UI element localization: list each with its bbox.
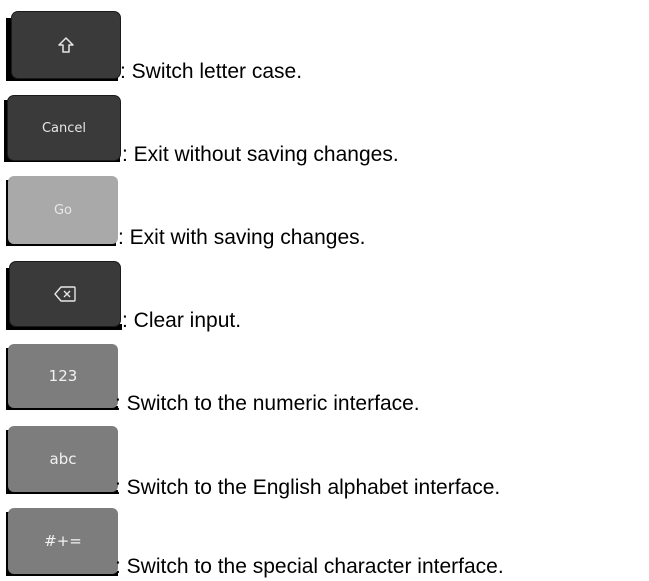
cancel-key: Cancel [8, 96, 120, 160]
cancel-key-label: Cancel [41, 120, 87, 136]
numeric-key: 123 [8, 344, 118, 408]
shift-description: : Switch letter case. [120, 60, 303, 83]
clear-description: : Clear input. [122, 309, 242, 332]
alphabet-key: abc [8, 426, 118, 492]
clear-key [10, 262, 120, 326]
shift-arrow-icon [57, 36, 75, 54]
special-description: : Switch to the special character interf… [115, 555, 504, 578]
cancel-description: : Exit without saving changes. [122, 143, 399, 166]
alphabet-description: : Switch to the English alphabet interfa… [115, 476, 501, 499]
backspace-icon [54, 286, 76, 302]
shift-key [12, 12, 120, 78]
go-key-label: Go [53, 202, 73, 218]
numeric-description: : Switch to the numeric interface. [115, 392, 420, 415]
special-key-label: #+= [44, 532, 82, 550]
alphabet-key-label: abc [49, 450, 77, 468]
go-key: Go [8, 176, 118, 244]
special-key: #+= [8, 508, 118, 574]
go-description: : Exit with saving changes. [118, 226, 366, 249]
numeric-key-label: 123 [48, 367, 78, 385]
